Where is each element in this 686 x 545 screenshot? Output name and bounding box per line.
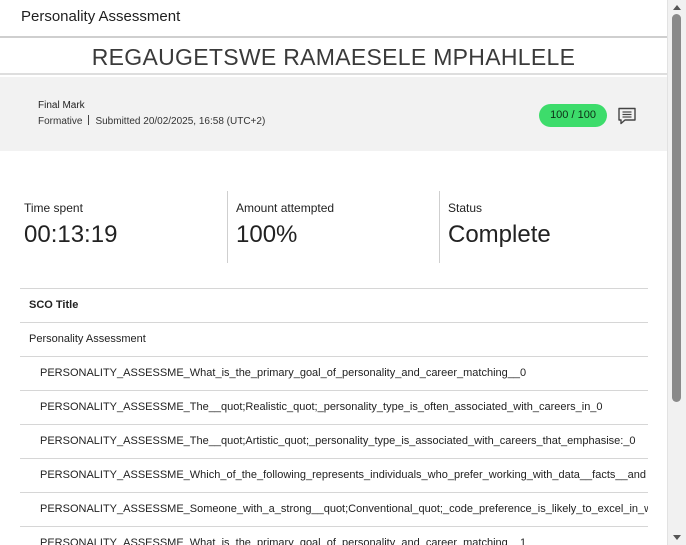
submission-time: Submitted 20/02/2025, 16:58 (UTC+2) bbox=[95, 116, 266, 127]
comment-icon bbox=[618, 107, 636, 125]
sco-row[interactable]: PERSONALITY_ASSESSME_The__quot;Realistic… bbox=[20, 390, 648, 424]
assessment-type: Formative bbox=[38, 116, 83, 127]
stat-label: Time spent bbox=[24, 201, 83, 215]
sco-row[interactable]: PERSONALITY_ASSESSME_Someone_with_a_stro… bbox=[20, 492, 648, 526]
submission-meta: Formative Submitted 20/02/2025, 16:58 (UT… bbox=[38, 115, 265, 127]
score-badge: 100 / 100 bbox=[539, 104, 607, 127]
scroll-up-arrow-icon[interactable] bbox=[673, 5, 681, 10]
stat-label: Status bbox=[448, 201, 483, 215]
stat-time-spent: Time spent 00:13:19 bbox=[24, 191, 228, 263]
stat-value: Complete bbox=[448, 221, 551, 248]
feedback-button[interactable] bbox=[617, 106, 637, 126]
meta-divider bbox=[88, 115, 90, 125]
stat-amount-attempted: Amount attempted 100% bbox=[236, 191, 440, 263]
final-mark-panel: Final Mark Formative Submitted 20/02/2025… bbox=[0, 77, 667, 151]
stat-value: 00:13:19 bbox=[24, 221, 118, 248]
sco-table-header: SCO Title bbox=[20, 288, 648, 322]
dialog-title: Personality Assessment bbox=[21, 8, 181, 25]
sco-row[interactable]: PERSONALITY_ASSESSME_Which_of_the_follow… bbox=[20, 458, 648, 492]
scroll-down-arrow-icon[interactable] bbox=[673, 535, 681, 540]
sco-row[interactable]: PERSONALITY_ASSESSME_What_is_the_primary… bbox=[20, 526, 648, 545]
stat-value: 100% bbox=[236, 221, 298, 248]
sco-row[interactable]: PERSONALITY_ASSESSME_What_is_the_primary… bbox=[20, 356, 648, 390]
student-name: REGAUGETSWE RAMAESELE MPHAHLELE bbox=[0, 40, 667, 75]
sco-table: SCO Title Personality Assessment PERSONA… bbox=[20, 288, 648, 545]
final-mark-title: Final Mark bbox=[38, 100, 85, 111]
sco-parent-row[interactable]: Personality Assessment bbox=[20, 322, 648, 356]
scroll-thumb[interactable] bbox=[672, 14, 681, 402]
dialog-header: Personality Assessment bbox=[0, 0, 667, 38]
stat-label: Amount attempted bbox=[236, 201, 335, 215]
sco-row[interactable]: PERSONALITY_ASSESSME_The__quot;Artistic_… bbox=[20, 424, 648, 458]
stat-status: Status Complete bbox=[448, 191, 648, 263]
vertical-scrollbar[interactable] bbox=[667, 0, 686, 545]
